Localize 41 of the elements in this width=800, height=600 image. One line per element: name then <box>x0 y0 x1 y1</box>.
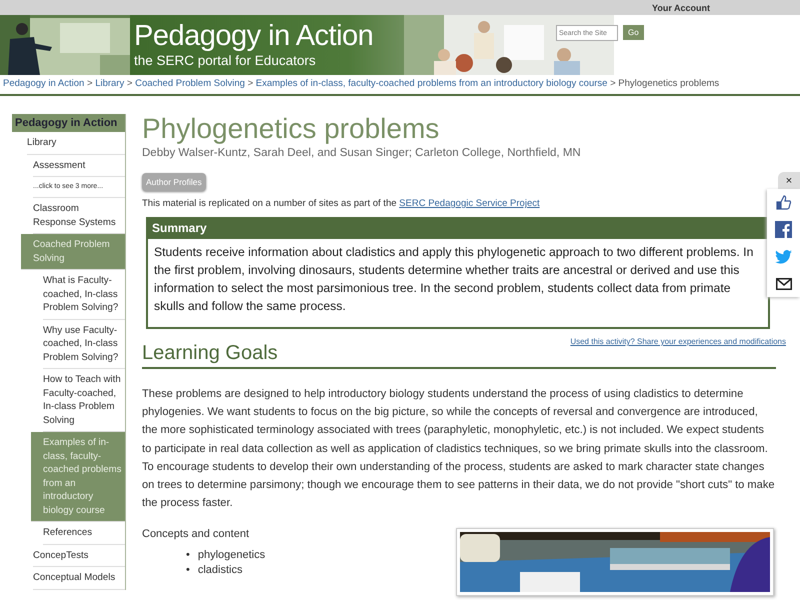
page-title: Phylogenetics problems <box>142 114 440 144</box>
project-link[interactable]: SERC Pedagogic Service Project <box>399 198 540 209</box>
list-bullet: • <box>186 548 190 564</box>
account-link[interactable]: Your Account <box>652 2 710 12</box>
breadcrumb-separator: > <box>610 78 616 89</box>
share-button[interactable] <box>767 189 800 216</box>
sidebar-item[interactable]: References <box>43 522 125 544</box>
breadcrumb-link[interactable]: Pedagogy in Action <box>3 78 84 89</box>
sidebar-item[interactable]: What is Faculty-coached, In-class Problem Solving? <box>43 270 125 320</box>
share-link[interactable]: Used this activity? Share your experiences and modifications <box>570 337 786 346</box>
close-button[interactable]: × <box>778 172 800 189</box>
facebook-icon <box>775 221 792 238</box>
breadcrumb-link[interactable]: Examples of in-class, faculty-coached problems from an introductory biology course <box>256 78 608 89</box>
sidebar-item[interactable]: Library <box>27 132 125 154</box>
breadcrumb-separator: > <box>126 78 132 89</box>
concepts-heading: Concepts and content <box>142 528 250 540</box>
breadcrumb-link[interactable]: Library <box>95 78 124 89</box>
replication-note: This material is replicated on a number of sites as part of the <box>142 198 398 209</box>
bird-icon <box>775 250 792 264</box>
site-subtitle: the SERC portal for Educators <box>134 52 317 70</box>
list-bullet: • <box>186 563 190 578</box>
breadcrumb-separator: > <box>86 78 93 89</box>
breadcrumb-current: Phylogenetics problems <box>618 78 720 89</box>
authors-text: Debby Walser-Kuntz, Sarah Deel, and Susan Singer; Carleton College, Northfield, MN <box>142 147 582 159</box>
summary-heading: Summary <box>148 217 768 239</box>
sidebar-item[interactable]: ConcepTests <box>33 544 125 567</box>
sidebar-item[interactable]: Assessment <box>33 154 125 177</box>
go-button[interactable]: Go <box>623 25 644 40</box>
breadcrumb-link[interactable]: Coached Problem Solving <box>135 78 245 89</box>
concept-item: phylogenetics <box>198 548 266 564</box>
share-button[interactable] <box>767 270 800 297</box>
site-title: Pedagogy in Action <box>134 20 374 52</box>
thumbs-up-icon <box>776 195 792 210</box>
summary-text: Students receive information about cladistics and apply this phylogenetic approach to two different problems. In the first problem, involving dinosaurs, students determine whether traits are ancestral or derived and use this information to select the most parsimonious tree. In the second problem, students collect data from primate skulls and follow the same process. <box>153 244 754 315</box>
envelope-icon <box>776 278 792 290</box>
goals-paragraph: These problems are designed to help introductory biology students understand the process of using cladistics to determine phylogenies. We want students to focus on the big picture, so while the concepts of reversal and convergence are introduced, the more sophisticated terminology associated with trees (paraphyletic, monophyletic, etc.) is not included. We expect students to participate in real data collection as well as application of cladistics techniques, so we bring primate skulls into the classroom. To encourage students to develop their own understanding of the process, students are asked to mark character state changes on trees to determine parsimony; though we encourage them to see patterns in their data, we do not provide "short cuts" to make the process faster. <box>142 387 776 512</box>
sidebar-item[interactable]: Why use Faculty-coached, In-class Problem Solving? <box>43 320 125 369</box>
breadcrumb-separator: > <box>248 78 254 89</box>
sidebar-title[interactable]: Pedagogy in Action <box>12 114 125 132</box>
sidebar-item[interactable]: Conceptual Models <box>33 567 125 590</box>
concept-item: cladistics <box>198 563 242 578</box>
